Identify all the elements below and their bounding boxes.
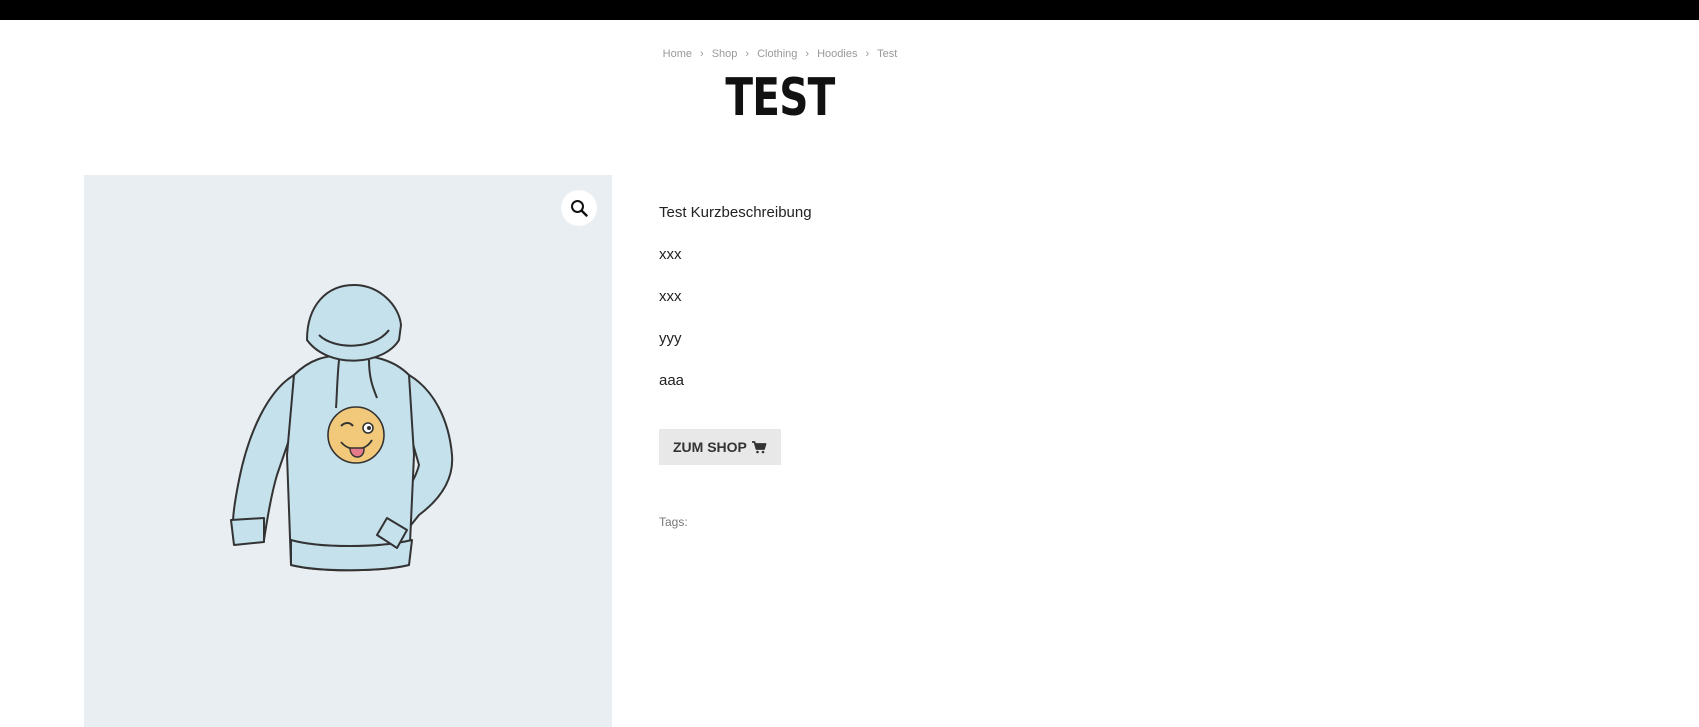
page-title: TEST [725, 68, 835, 128]
description-line: yyy [659, 330, 682, 347]
product-gallery[interactable] [84, 175, 612, 727]
cart-icon [751, 441, 767, 454]
magnifier-icon [571, 200, 588, 217]
zum-shop-button[interactable]: ZUM SHOP [659, 429, 781, 465]
breadcrumb-separator: › [745, 48, 750, 60]
breadcrumb-shop[interactable]: Shop [712, 48, 738, 60]
hoodie-image [230, 284, 454, 572]
breadcrumb-separator: › [700, 48, 704, 60]
zoom-button[interactable] [561, 190, 597, 226]
top-bar [0, 0, 1699, 20]
description-line: aaa [659, 372, 685, 389]
description-line: xxx [659, 246, 682, 263]
product-summary: Test Kurzbeschreibung xxx xxx yyy aaa ZU… [659, 203, 1259, 529]
breadcrumb: Home › Shop › Clothing › Hoodies › Test [0, 48, 1560, 60]
zum-shop-label: ZUM SHOP [673, 439, 747, 455]
short-description: Test Kurzbeschreibung [659, 204, 812, 221]
breadcrumb-current: Test [877, 48, 898, 60]
breadcrumb-clothing[interactable]: Clothing [757, 48, 797, 60]
breadcrumb-home[interactable]: Home [663, 48, 692, 60]
description-line: xxx [659, 288, 682, 305]
product-tags: Tags: [659, 515, 688, 529]
breadcrumb-separator: › [805, 48, 810, 60]
breadcrumb-separator: › [865, 48, 870, 60]
breadcrumb-hoodies[interactable]: Hoodies [817, 48, 857, 60]
